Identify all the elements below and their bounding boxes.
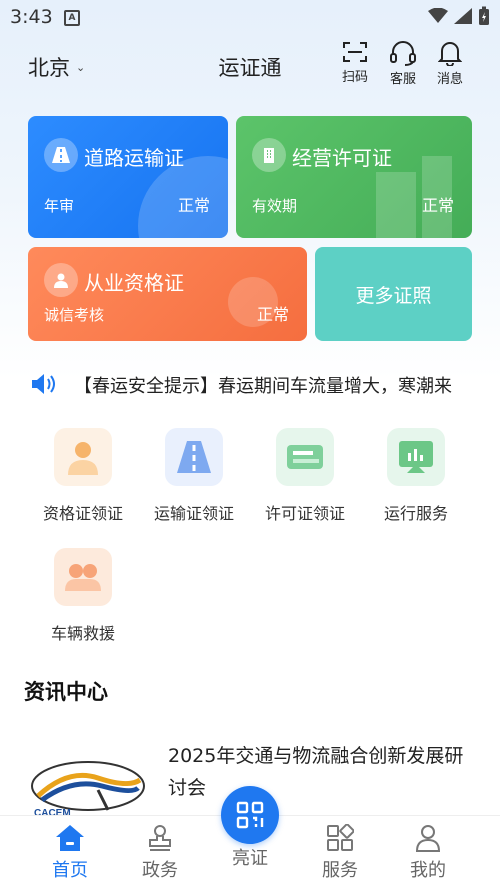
road-card-status: 正常 <box>177 196 210 215</box>
stamp-icon <box>149 825 171 851</box>
service-license-pickup[interactable]: 许可证领证 <box>250 428 360 524</box>
scan-label: 扫码 <box>341 70 368 85</box>
qual-card-status: 正常 <box>256 305 289 324</box>
person-icon <box>54 428 112 486</box>
app-title: 运证通 <box>218 56 282 80</box>
customer-service-button[interactable]: 客服 <box>383 40 423 87</box>
city-selector[interactable]: 北京 ⌄ <box>28 52 85 82</box>
tab-show[interactable]: 亮证 <box>220 840 280 870</box>
service-vehicle-rescue[interactable]: 车辆救援 <box>28 548 138 644</box>
tab-mine[interactable]: 我的 <box>398 824 458 882</box>
card-decoration <box>376 172 416 238</box>
service-label: 运行服务 <box>383 504 448 523</box>
battery-icon <box>479 6 489 25</box>
tab-service[interactable]: 服务 <box>310 824 370 882</box>
notification-a-icon: A <box>64 10 80 26</box>
road-icon <box>165 428 223 486</box>
show-license-button[interactable] <box>221 786 279 844</box>
qual-card-sub: 诚信考核 <box>44 306 105 324</box>
notice-bar[interactable]: 【春运安全提示】春运期间车流量增大，寒潮来 <box>30 368 475 400</box>
road-card-title: 道路运输证 <box>84 146 184 170</box>
more-licenses-card[interactable]: 更多证照 <box>315 247 472 341</box>
building-icon <box>252 138 286 172</box>
news-section-title: 资讯中心 <box>24 680 108 704</box>
service-label: 客服 <box>389 72 416 87</box>
system-icons <box>428 6 490 26</box>
road-card-sub: 年审 <box>44 197 75 215</box>
rescue-icon <box>54 548 112 606</box>
service-label: 运输证领证 <box>153 504 234 523</box>
tab-gov[interactable]: 政务 <box>130 824 190 882</box>
message-label: 消息 <box>436 72 463 87</box>
home-icon <box>56 825 84 851</box>
qual-card-title: 从业资格证 <box>84 271 184 295</box>
qr-code-icon <box>236 801 264 829</box>
notice-text: 【春运安全提示】春运期间车流量增大，寒潮来 <box>74 376 452 397</box>
service-transport-pickup[interactable]: 运输证领证 <box>139 428 249 524</box>
user-icon <box>415 825 441 852</box>
tab-service-label: 服务 <box>322 860 358 881</box>
bell-icon <box>438 42 462 66</box>
road-icon <box>44 138 78 172</box>
app-header: 北京 ⌄ 运证通 扫码 客服 消息 <box>0 36 500 92</box>
road-transport-card[interactable]: 道路运输证 年审 正常 <box>28 116 228 238</box>
tab-mine-label: 我的 <box>410 860 446 881</box>
service-operation[interactable]: 运行服务 <box>361 428 471 524</box>
tab-gov-label: 政务 <box>142 860 178 881</box>
service-qual-pickup[interactable]: 资格证领证 <box>28 428 138 524</box>
service-label: 资格证领证 <box>42 504 123 523</box>
service-label: 许可证领证 <box>264 504 345 523</box>
status-time: 3:43 <box>10 6 53 28</box>
headset-icon <box>390 41 416 66</box>
more-card-title: 更多证照 <box>355 284 432 307</box>
scan-icon <box>343 42 367 62</box>
grid-icon <box>327 824 354 851</box>
qualification-card[interactable]: 从业资格证 诚信考核 正常 <box>28 247 307 341</box>
license-icon <box>276 428 334 486</box>
city-name: 北京 <box>28 56 70 80</box>
license-card-title: 经营许可证 <box>292 146 392 170</box>
business-license-card[interactable]: 经营许可证 有效期 正常 <box>236 116 472 238</box>
tab-home-label: 首页 <box>52 860 88 881</box>
wifi-icon <box>428 8 448 23</box>
speaker-icon <box>32 374 55 394</box>
license-card-status: 正常 <box>421 196 454 215</box>
person-icon <box>44 263 78 297</box>
scan-button[interactable]: 扫码 <box>335 40 375 85</box>
news-thumbnail[interactable]: CACEM <box>28 738 146 819</box>
license-card-sub: 有效期 <box>252 197 298 215</box>
tab-show-label: 亮证 <box>232 848 268 869</box>
signal-icon <box>454 8 472 24</box>
cacem-logo-icon: CACEM <box>31 761 145 819</box>
service-label: 车辆救援 <box>50 624 115 643</box>
chart-icon <box>387 428 445 486</box>
news-item-title[interactable]: 2025年交通与物流融合创新发展研讨会 <box>168 740 468 804</box>
status-bar: 3:43 A <box>0 0 500 34</box>
chevron-down-icon: ⌄ <box>76 60 86 74</box>
message-button[interactable]: 消息 <box>430 40 470 87</box>
tab-home[interactable]: 首页 <box>40 824 100 882</box>
